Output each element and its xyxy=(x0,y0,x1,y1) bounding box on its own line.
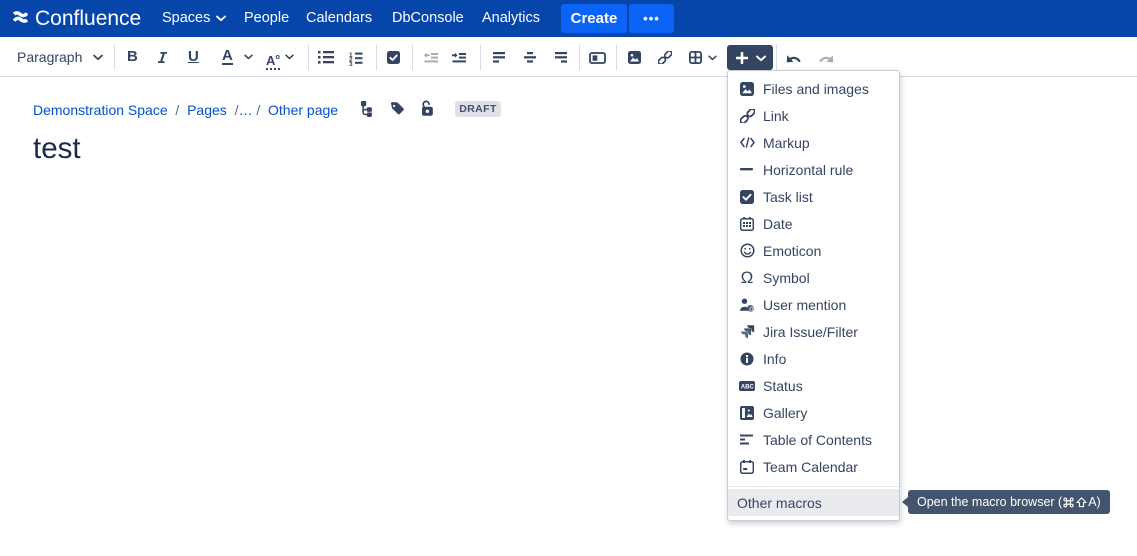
svg-text:3: 3 xyxy=(349,61,353,66)
svg-text:ABC: ABC xyxy=(741,384,755,390)
svg-text:@: @ xyxy=(748,306,755,312)
